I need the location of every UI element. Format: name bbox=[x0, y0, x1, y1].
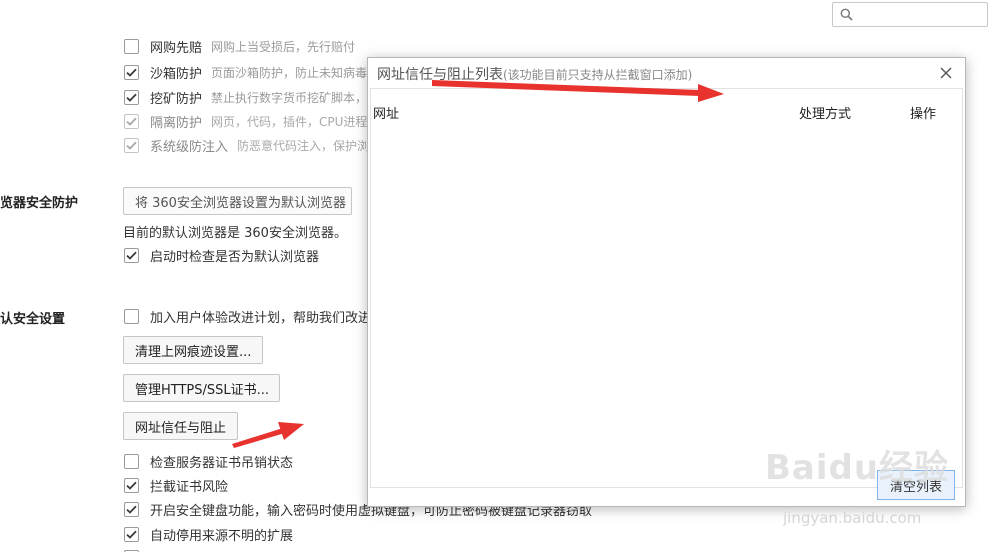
dialog-title: 网址信任与阻止列表(该功能目前只支持从拦截窗口添加) bbox=[377, 64, 692, 84]
option-row-online-shopping[interactable]: 网购先赔 网购上当受损后，先行赔付 bbox=[124, 36, 355, 56]
checkbox[interactable] bbox=[124, 38, 139, 54]
baidu-watermark-logo: Baidu经验 bbox=[765, 448, 950, 488]
option-description: 网购上当受损后，先行赔付 bbox=[211, 39, 356, 54]
option-row-block-cert-risk[interactable]: 拦截证书风险 bbox=[124, 475, 228, 495]
option-name: 网购先赔 bbox=[150, 40, 203, 56]
checkbox-checked[interactable] bbox=[124, 501, 139, 517]
annotation-arrow-trust-button bbox=[232, 422, 304, 448]
option-row-check-revocation[interactable]: 检查服务器证书吊销状态 bbox=[124, 451, 293, 471]
check-icon bbox=[126, 481, 137, 490]
option-description: 防恶意代码注入，保护浏 bbox=[237, 138, 370, 153]
clear-traces-settings-button[interactable]: 清理上网痕迹设置... bbox=[123, 336, 263, 364]
checkbox[interactable] bbox=[124, 308, 139, 324]
url-list-table: 网址 处理方式 操作 bbox=[370, 88, 963, 488]
column-header-action: 操作 bbox=[910, 107, 937, 122]
manage-ssl-certificates-button[interactable]: 管理HTTPS/SSL证书... bbox=[123, 374, 280, 402]
set-default-browser-button[interactable]: 将 360安全浏览器设置为默认浏览器 bbox=[123, 187, 352, 215]
checkbox[interactable] bbox=[124, 453, 139, 469]
check-icon bbox=[126, 68, 137, 77]
option-row-isolation: 隔离防护 网页，代码，插件，CPU进程 bbox=[124, 111, 367, 131]
column-header-method: 处理方式 bbox=[799, 107, 852, 122]
check-icon bbox=[126, 251, 137, 260]
option-name: 拦截证书风险 bbox=[150, 479, 229, 495]
checkbox-checked[interactable] bbox=[124, 526, 139, 542]
option-description: 页面沙箱防护，防止未知病毒 bbox=[211, 65, 368, 80]
default-browser-status: 目前的默认浏览器是 360安全浏览器。 bbox=[123, 226, 347, 241]
option-row-check-default[interactable]: 启动时检查是否为默认浏览器 bbox=[124, 245, 319, 265]
baidu-watermark-url: jingyan.baidu.com bbox=[783, 509, 922, 527]
option-row-anti-injection: 系统级防注入 防恶意代码注入，保护浏 bbox=[124, 135, 369, 155]
option-row-partial[interactable] bbox=[124, 547, 150, 552]
option-row-mining[interactable]: 挖矿防护 禁止执行数字货币挖矿脚本， bbox=[124, 87, 367, 107]
option-name: 加入用户体验改进计划，帮助我们改进 bbox=[150, 310, 372, 326]
dialog-title-note: (该功能目前只支持从拦截窗口添加) bbox=[503, 68, 693, 82]
option-name: 沙箱防护 bbox=[150, 66, 203, 82]
search-box[interactable] bbox=[832, 2, 988, 27]
checkbox-checked[interactable] bbox=[124, 64, 139, 80]
close-button[interactable] bbox=[937, 64, 955, 82]
search-icon bbox=[840, 8, 853, 21]
checkbox-checked-disabled bbox=[124, 113, 139, 129]
option-row-join-program[interactable]: 加入用户体验改进计划，帮助我们改进 bbox=[124, 306, 371, 326]
dialog-title-text: 网址信任与阻止列表 bbox=[377, 67, 503, 83]
column-header-url: 网址 bbox=[373, 107, 400, 122]
option-name: 挖矿防护 bbox=[150, 91, 203, 107]
checkbox-checked-disabled bbox=[124, 137, 139, 153]
option-row-sandbox[interactable]: 沙箱防护 页面沙箱防护，防止未知病毒 bbox=[124, 62, 367, 82]
option-name: 自动停用来源不明的扩展 bbox=[150, 528, 294, 544]
option-description: 禁止执行数字货币挖矿脚本， bbox=[211, 90, 368, 105]
option-description: 网页，代码，插件，CPU进程 bbox=[211, 114, 368, 129]
section-title-security-settings: 认安全设置 bbox=[0, 312, 66, 327]
url-trust-block-button[interactable]: 网址信任与阻止 bbox=[123, 412, 238, 440]
check-icon bbox=[126, 530, 137, 539]
option-row-disable-unknown-ext[interactable]: 自动停用来源不明的扩展 bbox=[124, 524, 293, 544]
option-name: 启动时检查是否为默认浏览器 bbox=[150, 249, 320, 265]
checkbox-checked[interactable] bbox=[124, 89, 139, 105]
option-name: 隔离防护 bbox=[150, 115, 203, 131]
section-title-browser-security: 览器安全防护 bbox=[0, 196, 79, 211]
close-icon bbox=[940, 67, 952, 79]
checkbox-checked[interactable] bbox=[124, 247, 139, 263]
checkbox-checked[interactable] bbox=[124, 477, 139, 493]
check-icon bbox=[126, 93, 137, 102]
option-name: 系统级防注入 bbox=[150, 139, 229, 155]
option-name: 检查服务器证书吊销状态 bbox=[150, 455, 294, 471]
check-icon bbox=[126, 505, 137, 514]
check-icon bbox=[126, 141, 137, 150]
check-icon bbox=[126, 117, 137, 126]
search-input[interactable] bbox=[859, 5, 983, 24]
